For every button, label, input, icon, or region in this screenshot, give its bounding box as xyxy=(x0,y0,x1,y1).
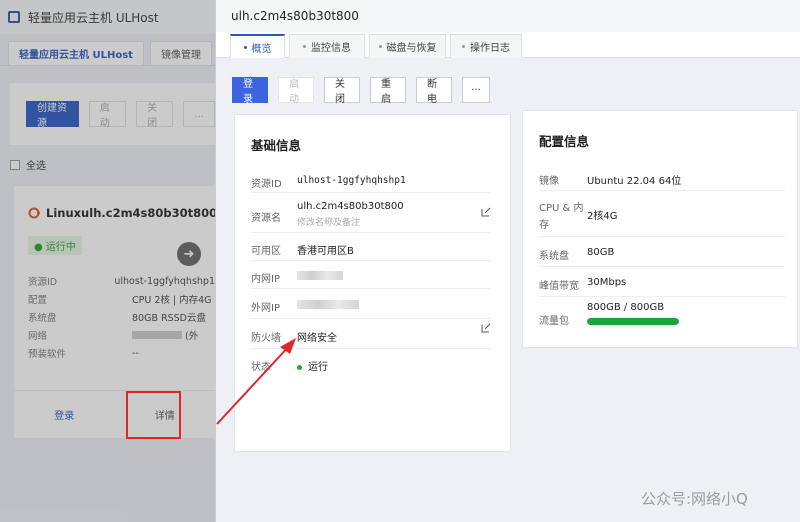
poweroff-button[interactable]: 断电 xyxy=(416,77,452,105)
tab-label: 磁盘与恢复 xyxy=(386,43,437,54)
edit-name-icon[interactable] xyxy=(481,207,491,217)
firewall-value: 网络安全 xyxy=(297,333,337,344)
firewall-label: 防火墙 xyxy=(251,333,281,344)
cpu-label-line1: CPU & 内 xyxy=(539,203,584,214)
status-label: 状态 xyxy=(251,362,271,373)
bandwidth-label: 峰值带宽 xyxy=(539,281,579,292)
private-ip-label: 内网IP xyxy=(251,274,280,285)
tab-label: 概览 xyxy=(251,44,272,55)
traffic-progress-fill xyxy=(587,318,679,325)
drawer-title: ulh.c2m4s80b30t800 xyxy=(231,9,359,23)
stop-button[interactable]: 关闭 xyxy=(324,77,360,105)
bandwidth-value: 30Mbps xyxy=(587,277,627,288)
tab-operation-log[interactable]: 操作日志 xyxy=(450,34,522,58)
login-button[interactable]: 登录 xyxy=(232,77,268,105)
action-buttons: 登录 启动 关闭 重启 断电 ··· xyxy=(232,77,490,105)
config-row-bandwidth: 峰值带宽 30Mbps xyxy=(539,267,785,297)
resource-id-label: 资源ID xyxy=(251,179,282,190)
status-text: 运行 xyxy=(308,362,328,373)
info-row-firewall: 防火墙 网络安全 xyxy=(251,319,491,349)
traffic-progress xyxy=(587,318,679,325)
name-label: 资源名 xyxy=(251,213,281,224)
tab-dot-icon xyxy=(462,45,465,48)
name-hint: 修改名称及备注 xyxy=(297,218,361,228)
drawer-content: 登录 启动 关闭 重启 断电 ··· 基础信息 资源ID ulhost-1ggf… xyxy=(216,58,800,522)
info-row-resource-id: 资源ID ulhost-1ggfyhqhshp1 xyxy=(251,167,491,193)
modal-overlay xyxy=(0,0,215,522)
tab-monitoring[interactable]: 监控信息 xyxy=(289,34,365,58)
highlight-box xyxy=(126,391,181,439)
watermark: 公众号:网络小Q xyxy=(641,490,748,508)
config-info-card: 配置信息 镜像 Ubuntu 22.04 64位 CPU & 内 存 2核4G … xyxy=(522,110,798,348)
config-row-traffic: 流量包 800GB / 800GB xyxy=(539,297,785,339)
config-row-cpu: CPU & 内 存 2核4G xyxy=(539,191,785,237)
info-row-name: 资源名 ulh.c2m4s80b30t800 修改名称及备注 xyxy=(251,193,491,233)
basic-info-card: 基础信息 资源ID ulhost-1ggfyhqhshp1 资源名 ulh.c2… xyxy=(234,114,511,452)
info-row-private-ip: 内网IP xyxy=(251,261,491,289)
info-row-status: 状态 运行 xyxy=(251,349,491,379)
cpu-value: 2核4G xyxy=(587,211,618,222)
traffic-value: 800GB / 800GB xyxy=(587,302,665,313)
tab-dot-icon xyxy=(303,45,306,48)
name-value: ulh.c2m4s80b30t800 xyxy=(297,201,404,212)
disk-value: 80GB xyxy=(587,247,615,258)
public-ip-label: 外网IP xyxy=(251,303,280,314)
detail-drawer: ulh.c2m4s80b30t800 概览 监控信息 磁盘与恢复 操作日志 登录… xyxy=(215,0,800,522)
zone-label: 可用区 xyxy=(251,246,281,257)
redacted-public-ip xyxy=(297,300,359,309)
background-page: 轻量应用云主机 ULHost 轻量应用云主机 ULHost 镜像管理 创建资源 … xyxy=(0,0,232,522)
tab-dot-icon xyxy=(243,46,247,49)
resource-id-value: ulhost-1ggfyhqhshp1 xyxy=(297,175,406,186)
disk-label: 系统盘 xyxy=(539,251,569,262)
status-value: 运行 xyxy=(297,358,328,373)
config-row-disk: 系统盘 80GB xyxy=(539,237,785,267)
image-value: Ubuntu 22.04 64位 xyxy=(587,176,682,187)
tab-label: 监控信息 xyxy=(311,43,351,54)
config-info-title: 配置信息 xyxy=(539,134,590,149)
tab-label: 操作日志 xyxy=(470,43,510,54)
traffic-label: 流量包 xyxy=(539,316,569,327)
info-row-public-ip: 外网IP xyxy=(251,289,491,319)
start-button[interactable]: 启动 xyxy=(278,77,314,105)
drawer-tabs: 概览 监控信息 磁盘与恢复 操作日志 xyxy=(216,32,800,59)
cpu-label-line2: 存 xyxy=(539,220,549,231)
redacted-private-ip xyxy=(297,271,343,280)
config-row-image: 镜像 Ubuntu 22.04 64位 xyxy=(539,161,785,191)
running-dot-icon xyxy=(297,364,302,370)
restart-button[interactable]: 重启 xyxy=(370,77,406,105)
info-row-zone: 可用区 香港可用区B xyxy=(251,233,491,261)
image-label: 镜像 xyxy=(539,176,559,187)
tab-disk-recovery[interactable]: 磁盘与恢复 xyxy=(369,34,446,58)
more-button[interactable]: ··· xyxy=(462,77,490,103)
tab-overview[interactable]: 概览 xyxy=(230,34,285,59)
basic-info-title: 基础信息 xyxy=(251,138,302,153)
edit-firewall-icon[interactable] xyxy=(481,323,491,333)
zone-value: 香港可用区B xyxy=(297,246,354,257)
tab-dot-icon xyxy=(378,45,382,48)
